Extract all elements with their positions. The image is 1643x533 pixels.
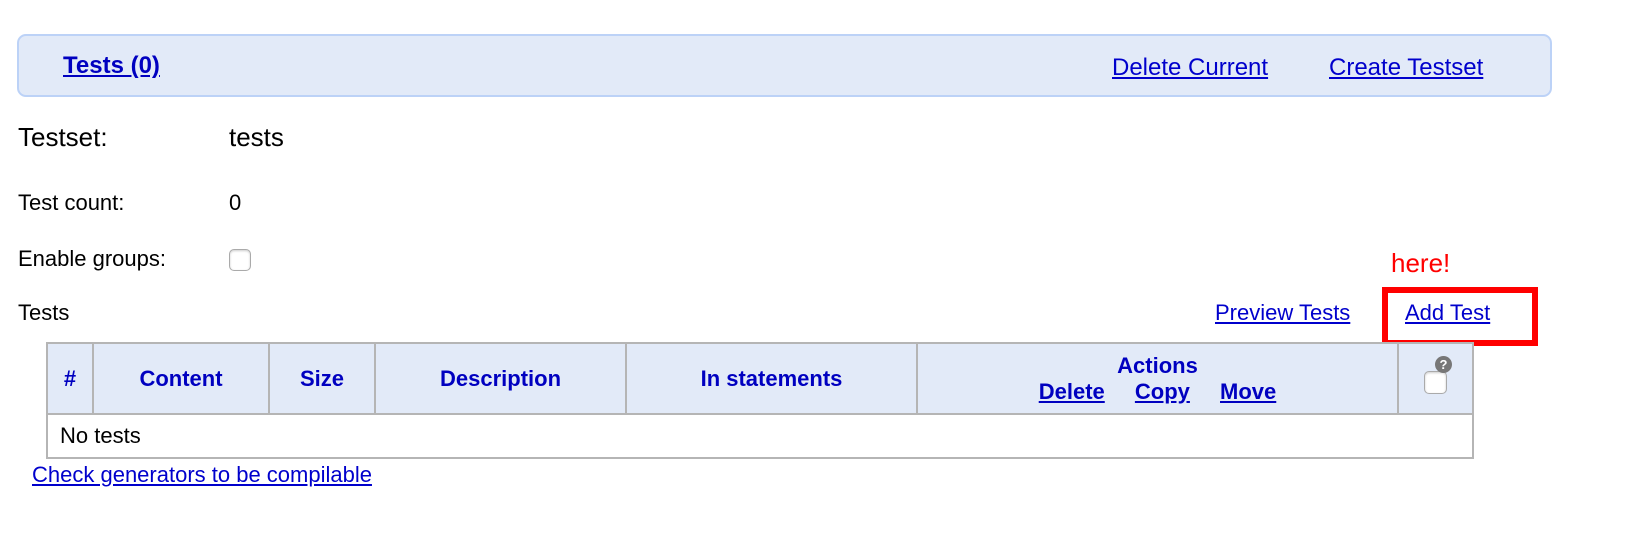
create-testset-link[interactable]: Create Testset	[1329, 54, 1483, 82]
tests-table: # Content Size Description In statements…	[46, 342, 1474, 459]
preview-tests-link[interactable]: Preview Tests	[1215, 300, 1350, 326]
move-action-link[interactable]: Move	[1220, 379, 1276, 404]
table-row: No tests	[46, 413, 1474, 459]
testset-label: Testset:	[18, 122, 108, 152]
col-in-statements: In statements	[625, 342, 918, 415]
col-description: Description	[374, 342, 627, 415]
select-all-checkbox[interactable]	[1424, 371, 1447, 394]
actions-label: Actions	[1117, 352, 1198, 378]
tests-title-link[interactable]: Tests (0)	[63, 52, 160, 80]
table-header-row: # Content Size Description In statements…	[46, 342, 1474, 415]
test-count-value: 0	[229, 190, 242, 215]
col-content: Content	[92, 342, 270, 415]
enable-groups-label: Enable groups:	[18, 246, 166, 271]
col-select-all: ?	[1397, 342, 1474, 415]
no-tests-message: No tests	[46, 413, 1474, 459]
add-test-link[interactable]: Add Test	[1405, 300, 1490, 326]
copy-action-link[interactable]: Copy	[1135, 379, 1190, 404]
col-size: Size	[268, 342, 376, 415]
annotation-here: here!	[1391, 248, 1451, 278]
tests-header-bar: Tests (0) Delete Current Create Testset	[17, 34, 1552, 97]
check-generators-link[interactable]: Check generators to be compilable	[32, 462, 372, 488]
tests-section-label: Tests	[18, 300, 70, 325]
col-actions: Actions Delete Copy Move	[916, 342, 1399, 415]
help-icon[interactable]: ?	[1435, 356, 1452, 373]
enable-groups-checkbox[interactable]	[229, 249, 251, 271]
test-count-label: Test count:	[18, 190, 125, 215]
delete-current-link[interactable]: Delete Current	[1112, 54, 1268, 82]
testset-value: tests	[229, 122, 284, 152]
delete-action-link[interactable]: Delete	[1039, 379, 1105, 404]
col-number: #	[46, 342, 94, 415]
